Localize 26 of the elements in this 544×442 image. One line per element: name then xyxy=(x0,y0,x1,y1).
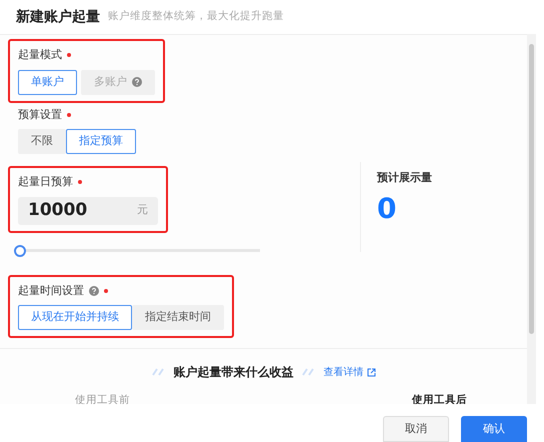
field-label: 起量日预算 xyxy=(18,174,73,190)
option-button[interactable]: 从现在开始并持续 xyxy=(18,305,132,330)
confirm-button[interactable]: 确认 xyxy=(461,416,527,442)
option-button[interactable]: 单账户 xyxy=(18,70,77,94)
field-label: 预算设置 xyxy=(18,106,62,122)
field-label: 起量时间设置 xyxy=(18,282,84,298)
column-heading: 使用工具前 xyxy=(75,393,130,408)
option-button[interactable]: 指定结束时间 xyxy=(132,305,224,330)
help-icon[interactable] xyxy=(89,286,99,296)
details-link[interactable]: 查看详情 xyxy=(324,364,376,380)
slash-decoration-icon xyxy=(152,368,166,376)
option-button[interactable]: 不限 xyxy=(18,129,66,154)
slash-decoration-icon xyxy=(302,368,316,376)
scrollbar-thumb[interactable] xyxy=(529,44,534,334)
cancel-button[interactable]: 取消 xyxy=(383,416,449,442)
external-link-icon xyxy=(366,368,376,376)
estimate-label: 预计展示量 xyxy=(377,170,432,186)
section-title: 账户起量带来什么收益 xyxy=(174,364,294,381)
estimate-value: 0 xyxy=(377,194,398,222)
field-label: 起量模式 xyxy=(18,47,62,63)
option-button[interactable]: 指定预算 xyxy=(66,129,136,154)
dialog-subtitle: 账户维度整体统筹，最大化提升跑量 xyxy=(108,9,284,24)
budget-input[interactable]: 10000 元 xyxy=(18,196,158,224)
dialog-title: 新建账户起量 xyxy=(16,8,100,26)
help-icon[interactable] xyxy=(132,77,142,87)
slider-thumb[interactable] xyxy=(14,244,26,256)
